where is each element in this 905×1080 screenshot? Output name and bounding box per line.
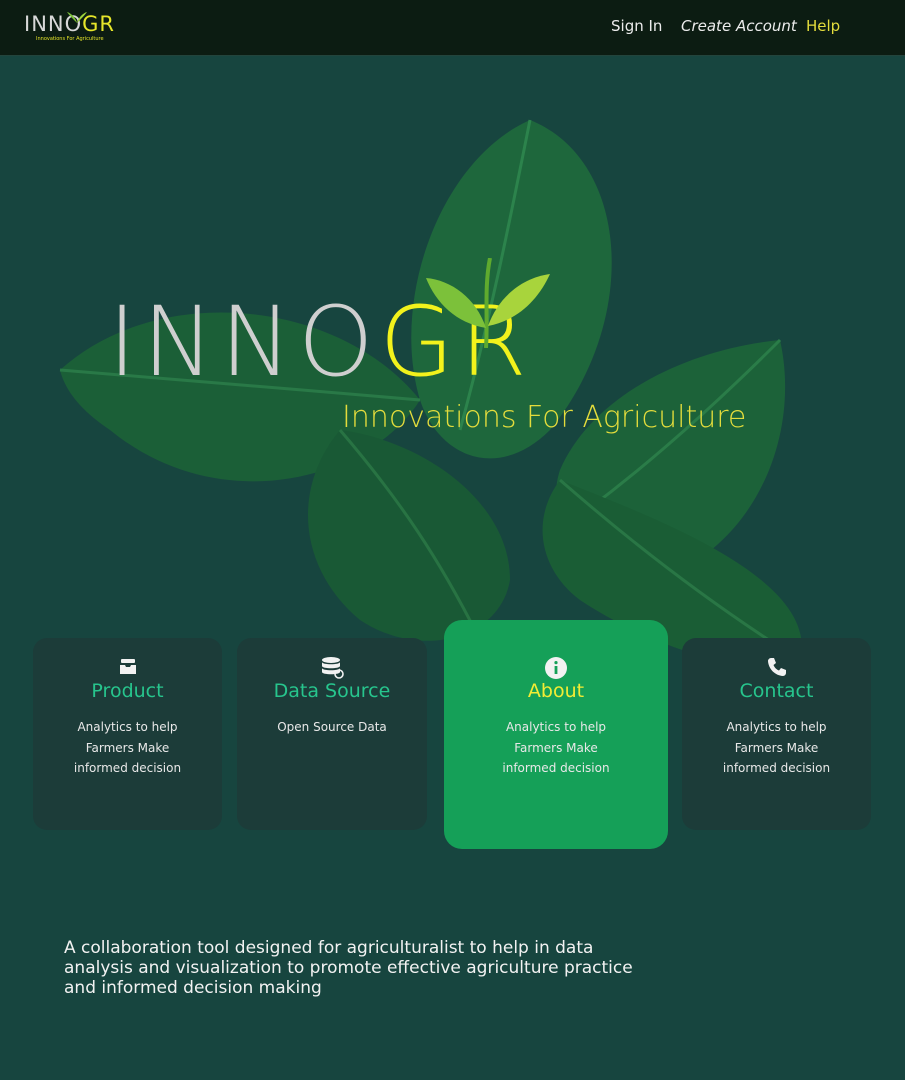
card-description: Analytics to help Farmers Make informed de… [722,720,831,775]
card-product[interactable]: Product Analytics to help Farmers Make inf… [33,638,222,830]
create-account-link[interactable]: Create Account [681,17,797,35]
card-description: Analytics to help Farmers Make informed de… [502,720,610,775]
card-title: Data Source [273,680,391,702]
card-contact[interactable]: Contact Analytics to help Farmers Make inf… [682,638,871,830]
card-title: Product [91,680,164,702]
top-navbar: INNOGR Innovations For Agriculture Sign … [0,0,905,56]
help-link[interactable]: Help [806,17,840,35]
card-title: Contact [739,680,814,702]
site-description: A collaboration tool designed for agricu… [64,938,633,998]
hero-brand-logo: INNOGR [108,258,628,402]
hero-tagline: Innovations For Agriculture [342,400,747,435]
card-description: Open Source Data [277,720,387,734]
sprout-icon [426,258,550,348]
header-logo-tagline: Innovations For Agriculture [36,36,104,42]
card-data-source[interactable]: Data Source Open Source Data [237,638,427,830]
phone-icon [767,658,786,676]
card-description: Analytics to help Farmers Make informed de… [73,720,182,775]
header-logo[interactable]: INNOGR Innovations For Agriculture [24,9,124,43]
card-title: About [527,680,585,702]
header-sprout-icon [67,12,87,23]
card-about[interactable]: About Analytics to help Farmers Make infor… [444,620,668,849]
inbox-tray-icon [119,659,136,674]
info-icon [545,657,567,679]
database-refresh-icon [322,657,344,679]
sign-in-link[interactable]: Sign In [611,17,662,35]
